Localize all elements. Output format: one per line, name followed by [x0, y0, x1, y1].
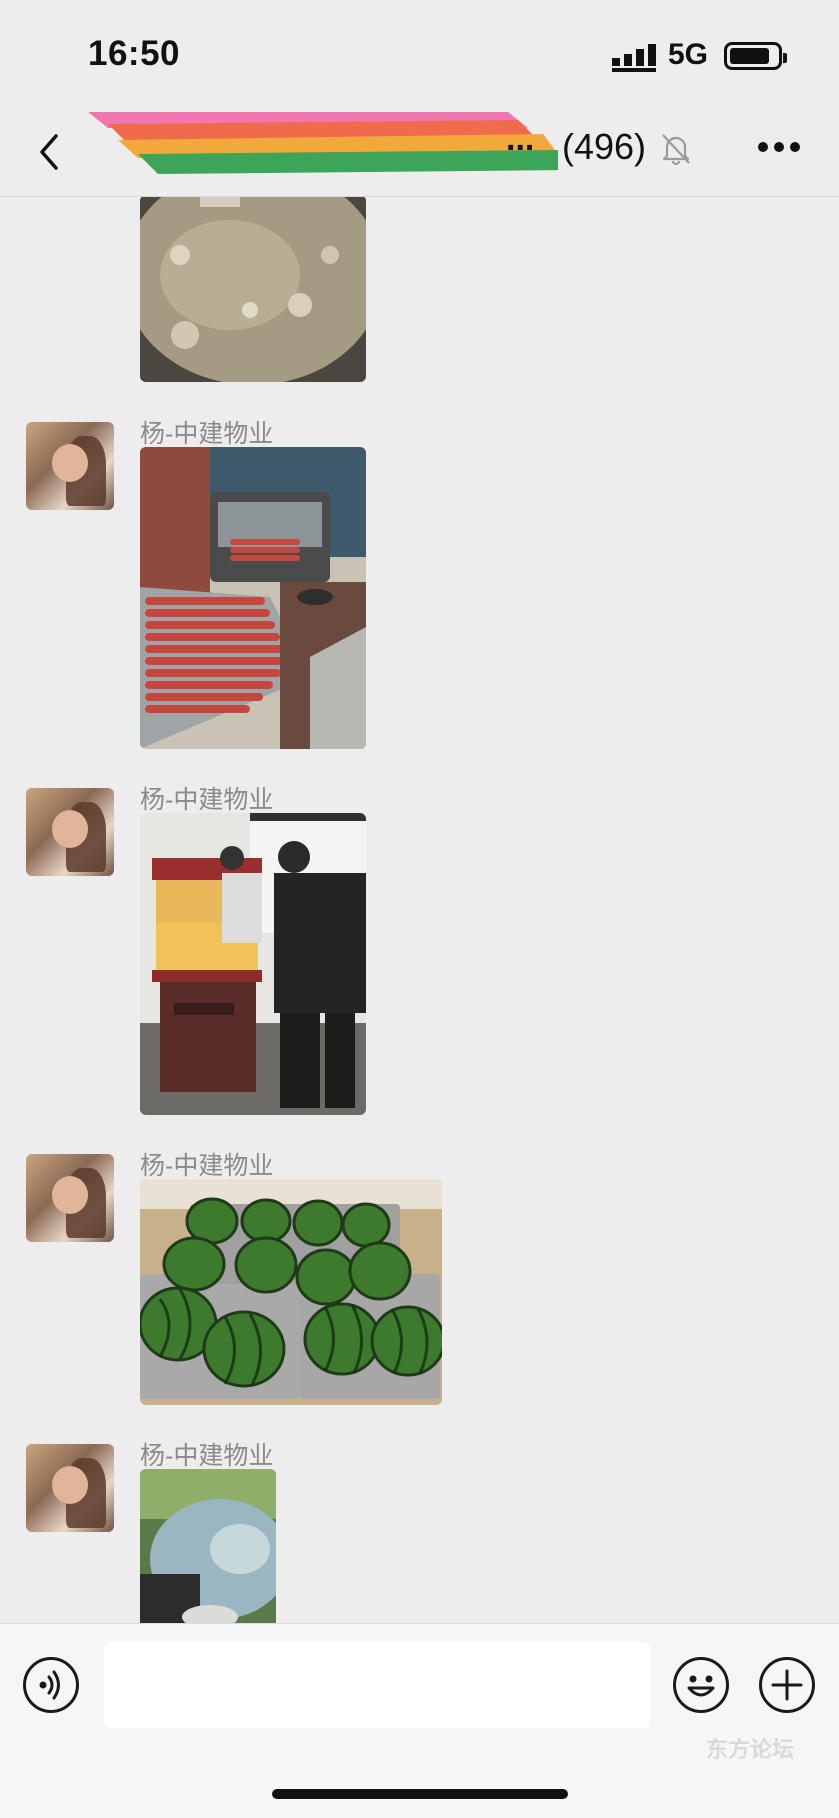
home-indicator	[272, 1789, 568, 1799]
sender-name: 杨-中建物业	[140, 786, 274, 814]
chat-title-ellipsis: ...	[506, 120, 535, 158]
status-time: 16:50	[88, 34, 181, 73]
status-bar: 16:50 5G	[0, 0, 839, 110]
signal-icon	[612, 44, 656, 72]
pot-photo	[140, 197, 366, 382]
photo-message[interactable]	[140, 1469, 276, 1623]
avatar[interactable]	[26, 422, 114, 510]
popcorn-photo	[140, 813, 366, 1115]
sender-name: 杨-中建物业	[140, 420, 274, 448]
photo-message[interactable]	[140, 1179, 442, 1405]
emoji-button[interactable]	[673, 1657, 729, 1713]
input-toolbar: 东方论坛	[0, 1623, 839, 1818]
watermelon-photo	[140, 1179, 442, 1405]
avatar[interactable]	[26, 788, 114, 876]
hotdog-photo	[140, 447, 366, 749]
chat-header: ... (496)	[0, 110, 839, 197]
avatar[interactable]	[26, 1154, 114, 1242]
voice-icon	[39, 1670, 60, 1700]
watermark: 东方论坛	[706, 1737, 795, 1762]
network-type: 5G	[668, 38, 709, 71]
add-button[interactable]	[759, 1657, 815, 1713]
photo-message[interactable]	[140, 197, 366, 382]
photo-message[interactable]	[140, 447, 366, 749]
back-icon[interactable]	[34, 132, 64, 172]
sender-name: 杨-中建物业	[140, 1152, 274, 1180]
ellipsis-icon[interactable]	[756, 140, 802, 154]
message-list[interactable]: 杨-中建物业 杨-中建物业 杨-中建物业 杨-中建物业	[0, 197, 839, 1623]
emoji-icon	[687, 1675, 715, 1697]
sender-name: 杨-中建物业	[140, 1442, 274, 1470]
bell-slash-icon	[662, 134, 690, 166]
redacted-title-scribble	[88, 112, 558, 174]
battery-icon	[724, 42, 787, 70]
plus-icon	[771, 1669, 803, 1701]
avatar[interactable]	[26, 1444, 114, 1532]
voice-button[interactable]	[23, 1657, 79, 1713]
photo-message[interactable]	[140, 813, 366, 1115]
member-count: (496)	[562, 126, 647, 167]
message-input[interactable]	[104, 1642, 650, 1728]
pond-photo	[140, 1469, 276, 1623]
